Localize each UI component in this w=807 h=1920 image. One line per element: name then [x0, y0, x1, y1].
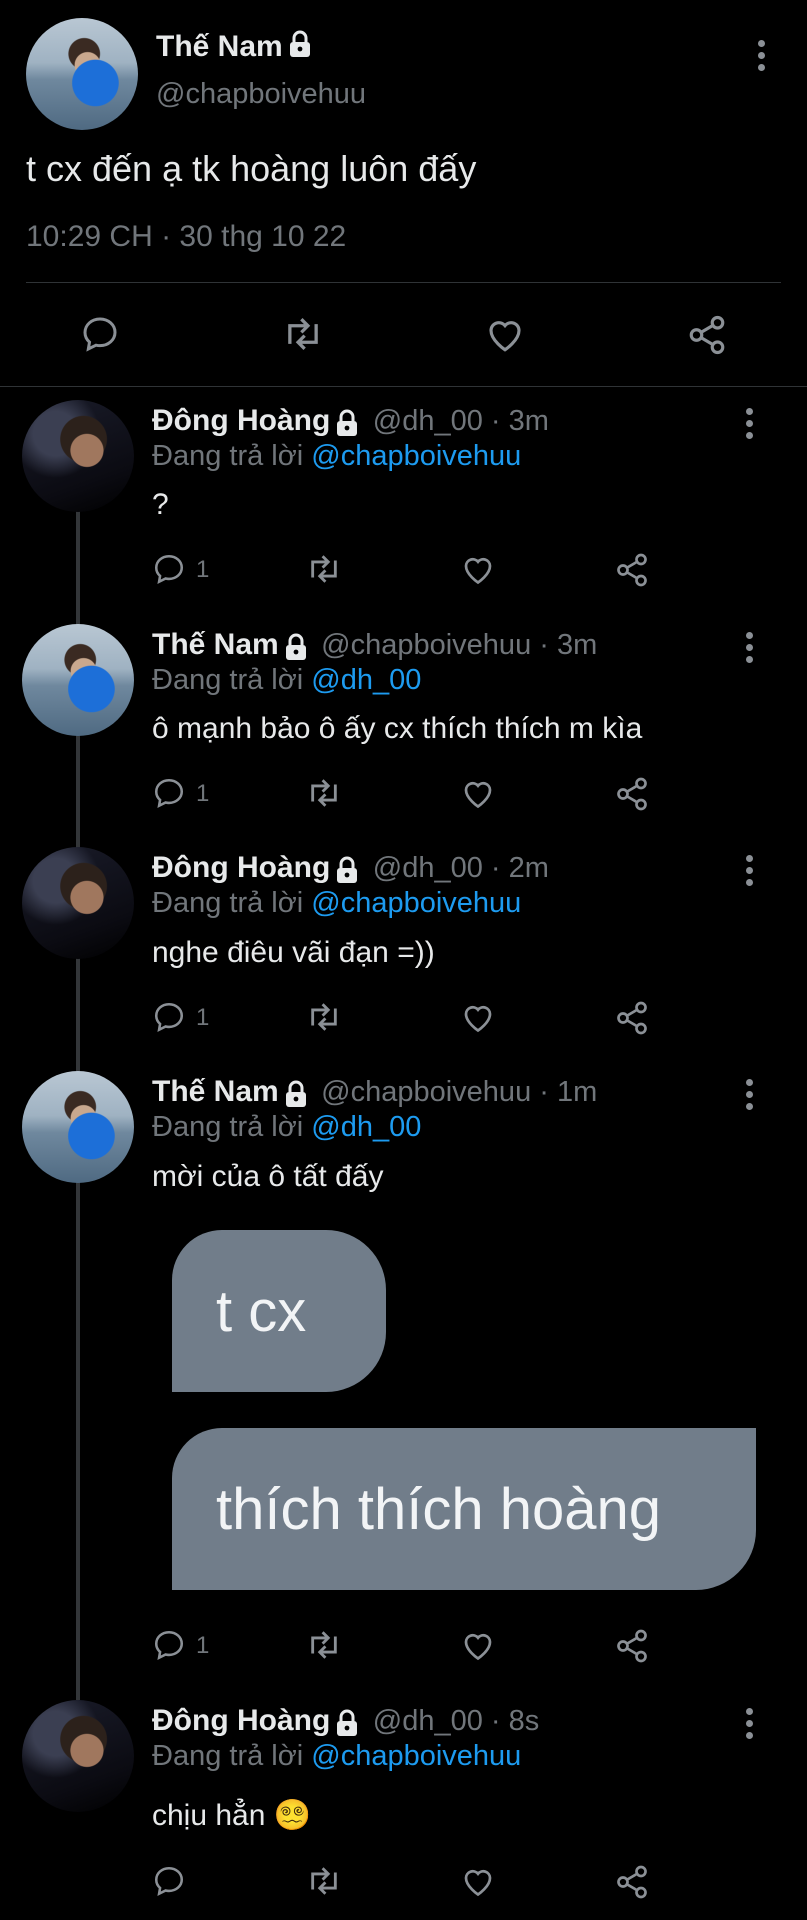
like-icon[interactable] [460, 776, 496, 810]
retweet-icon[interactable] [304, 1864, 344, 1898]
lock-icon [283, 1080, 309, 1113]
share-icon[interactable] [614, 776, 650, 812]
share-icon[interactable] [614, 552, 650, 588]
share-icon[interactable] [614, 1864, 650, 1900]
reply-text: mời của ô tất đấy [152, 1160, 384, 1193]
retweet-icon[interactable] [304, 1000, 344, 1034]
avatar[interactable] [22, 1071, 134, 1183]
retweet-icon[interactable] [280, 314, 326, 354]
replying-to: Đang trả lời @dh_00 [152, 1111, 422, 1143]
lock-icon [334, 409, 360, 442]
like-icon[interactable] [460, 552, 496, 586]
lock-icon [287, 30, 313, 66]
reply-header: Đông Hoàng @dh_00 · 3m [152, 404, 549, 442]
more-icon[interactable] [746, 1708, 753, 1744]
author-name[interactable]: Thế Nam [152, 1075, 279, 1108]
reply-count: 1 [196, 556, 210, 583]
reply-text: ? [152, 488, 169, 521]
reply-icon[interactable] [80, 314, 120, 354]
thread-line [76, 505, 80, 625]
lock-icon [283, 633, 309, 666]
reply-icon[interactable] [152, 1628, 186, 1662]
reply-header: Thế Nam @chapboivehuu · 3m [152, 628, 597, 666]
author-meta[interactable]: @dh_00 · 8s [373, 1705, 539, 1737]
mention-link[interactable]: @chapboivehuu [311, 440, 521, 472]
divider [26, 282, 781, 283]
author-name[interactable]: Thế Nam [156, 30, 313, 66]
divider [0, 386, 807, 387]
like-icon[interactable] [460, 1000, 496, 1034]
avatar[interactable] [26, 18, 138, 130]
bubble-text: t cx [216, 1278, 307, 1344]
replying-to: Đang trả lời @chapboivehuu [152, 887, 522, 919]
lock-icon [334, 1709, 360, 1742]
share-icon[interactable] [614, 1000, 650, 1036]
retweet-icon[interactable] [304, 1628, 344, 1662]
more-icon[interactable] [746, 632, 753, 668]
author-name[interactable]: Đông Hoàng [152, 1704, 330, 1737]
avatar[interactable] [22, 1700, 134, 1812]
author-handle[interactable]: @chapboivehuu [156, 78, 366, 111]
more-icon[interactable] [746, 1079, 753, 1115]
replying-to: Đang trả lời @chapboivehuu [152, 1740, 522, 1772]
retweet-icon[interactable] [304, 552, 344, 586]
thread-line [76, 952, 80, 1072]
bubble-text: thích thích hoàng [216, 1476, 661, 1542]
lock-icon [334, 856, 360, 889]
author-name[interactable]: Đông Hoàng [152, 851, 330, 884]
attached-image-bubble[interactable]: thích thích hoàng [172, 1428, 756, 1590]
tweet-text: t cx đến ạ tk hoàng luôn đấy [26, 148, 477, 189]
avatar[interactable] [22, 847, 134, 959]
reply-header: Thế Nam @chapboivehuu · 1m [152, 1075, 597, 1113]
reply-text: nghe điêu vãi đạn =)) [152, 936, 435, 969]
reply-count: 1 [196, 1632, 210, 1659]
author-meta[interactable]: @dh_00 · 2m [373, 852, 549, 884]
reply-text: ô mạnh bảo ô ấy cx thích thích m kìa [152, 712, 643, 745]
retweet-icon[interactable] [304, 776, 344, 810]
author-name[interactable]: Đông Hoàng [152, 404, 330, 437]
mention-link[interactable]: @chapboivehuu [311, 1740, 521, 1772]
author-meta[interactable]: @chapboivehuu · 1m [321, 1076, 597, 1108]
replying-to: Đang trả lời @dh_00 [152, 664, 422, 696]
mention-link[interactable]: @dh_00 [311, 1111, 421, 1143]
reply-count: 1 [196, 780, 210, 807]
like-icon[interactable] [484, 314, 526, 354]
replying-to: Đang trả lời @chapboivehuu [152, 440, 522, 472]
reply-icon[interactable] [152, 552, 186, 586]
reply-header: Đông Hoàng @dh_00 · 8s [152, 1704, 539, 1742]
more-icon[interactable] [746, 855, 753, 891]
like-icon[interactable] [460, 1628, 496, 1662]
reply-text: chịu hẳn 😵‍💫 [152, 1799, 312, 1832]
tweet-timestamp[interactable]: 10:29 CH · 30 thg 10 22 [26, 220, 346, 254]
like-icon[interactable] [460, 1864, 496, 1898]
author-meta[interactable]: @dh_00 · 3m [373, 405, 549, 437]
reply-count: 1 [196, 1004, 210, 1031]
more-icon[interactable] [746, 408, 753, 444]
thread-line [76, 728, 80, 848]
thread-line [76, 1175, 80, 1700]
reply-icon[interactable] [152, 776, 186, 810]
reply-header: Đông Hoàng @dh_00 · 2m [152, 851, 549, 889]
mention-link[interactable]: @chapboivehuu [311, 887, 521, 919]
reply-icon[interactable] [152, 1000, 186, 1034]
share-icon[interactable] [686, 314, 728, 356]
mention-link[interactable]: @dh_00 [311, 664, 421, 696]
author-name[interactable]: Thế Nam [152, 628, 279, 661]
share-icon[interactable] [614, 1628, 650, 1664]
attached-image-bubble[interactable]: t cx [172, 1230, 386, 1392]
avatar[interactable] [22, 624, 134, 736]
more-icon[interactable] [758, 40, 765, 76]
reply-icon[interactable] [152, 1864, 186, 1898]
avatar[interactable] [22, 400, 134, 512]
author-meta[interactable]: @chapboivehuu · 3m [321, 629, 597, 661]
